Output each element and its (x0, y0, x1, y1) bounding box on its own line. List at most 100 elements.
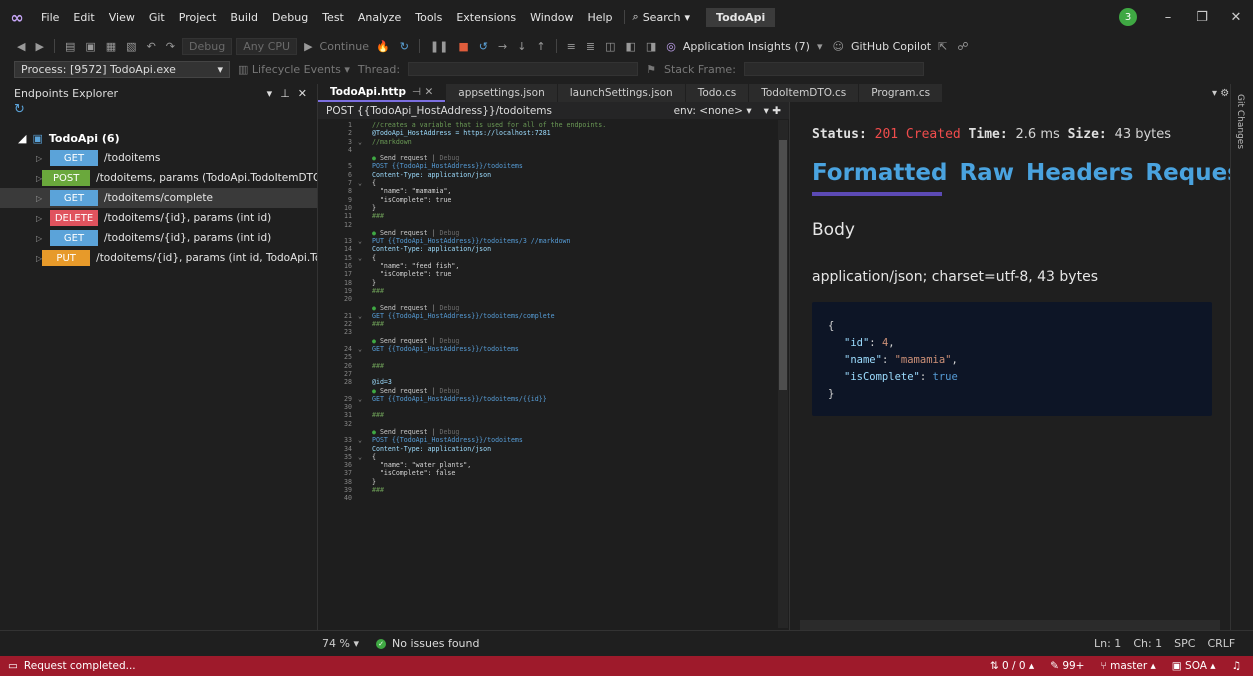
code-line[interactable]: 38} (318, 478, 778, 486)
fold-icon[interactable]: ⌄ (358, 138, 372, 146)
fold-icon[interactable] (358, 337, 372, 345)
fold-icon[interactable] (358, 461, 372, 469)
configuration-select[interactable]: Debug (182, 37, 233, 55)
bookmark-icon[interactable]: ◫ (602, 40, 618, 53)
fold-icon[interactable] (358, 378, 372, 386)
menu-item-window[interactable]: Window (523, 11, 580, 24)
expand-icon[interactable]: ◢ (18, 132, 26, 145)
fold-icon[interactable] (358, 420, 372, 428)
github-copilot-button[interactable]: GitHub Copilot (851, 40, 931, 53)
fold-icon[interactable] (358, 279, 372, 287)
send-request-link[interactable]: Send request (380, 337, 428, 345)
pause-icon[interactable]: ❚❚ (427, 40, 451, 53)
split-icon[interactable]: ▾ ✚ (764, 105, 781, 117)
menu-item-debug[interactable]: Debug (265, 11, 315, 24)
send-request-link[interactable]: Send request (380, 428, 428, 436)
minimize-icon[interactable]: – (1151, 10, 1185, 25)
fold-icon[interactable] (358, 295, 372, 303)
code-line[interactable]: 7 ⌄{ (318, 179, 778, 187)
debug-link[interactable]: Debug (440, 154, 460, 162)
code-line[interactable]: 35 ⌄{ (318, 453, 778, 461)
platform-select[interactable]: Any CPU (236, 37, 298, 55)
code-line[interactable]: 8 "name": "mamamia", (318, 187, 778, 195)
fold-icon[interactable] (358, 469, 372, 477)
code-line[interactable]: 40 (318, 494, 778, 502)
hot-reload-icon[interactable]: 🔥 (373, 40, 393, 53)
fold-icon[interactable] (358, 478, 372, 486)
code-line[interactable]: 13 ⌄ PUT {{TodoApi_HostAddress}}/todoitems… (318, 237, 778, 245)
code-line[interactable]: 23 (318, 328, 778, 336)
code-line[interactable]: 34 Content-Type: application/json (318, 445, 778, 453)
endpoint-item[interactable]: ▷ DELETE/todoitems/{id}, params (int id) (0, 208, 317, 228)
close-icon[interactable]: ✕ (298, 87, 307, 100)
comment-icon[interactable]: ≡ (564, 40, 579, 53)
menu-item-edit[interactable]: Edit (66, 11, 101, 24)
fold-icon[interactable] (358, 262, 372, 270)
endpoint-item[interactable]: ▷ GET/todoitems (0, 148, 317, 168)
code-line[interactable]: 26 ### (318, 362, 778, 370)
fold-icon[interactable]: ⌄ (358, 453, 372, 461)
fold-icon[interactable]: ⌄ (358, 312, 372, 320)
code-line[interactable]: 2 @TodoApi_HostAddress = https://localhos… (318, 129, 778, 137)
fold-icon[interactable]: ⌄ (358, 237, 372, 245)
stop-icon[interactable]: ■ (455, 40, 471, 53)
sync-indicator[interactable]: ⇅ 0 / 0 ▴ (990, 660, 1034, 672)
close-window-icon[interactable]: ✕ (1219, 10, 1253, 25)
fold-icon[interactable] (358, 353, 372, 361)
bookmark-next-icon[interactable]: ◨ (643, 40, 659, 53)
pin-icon[interactable]: ⊥ (280, 87, 290, 100)
scroll-thumb[interactable] (779, 140, 787, 390)
menu-item-build[interactable]: Build (223, 11, 265, 24)
code-line[interactable]: 9 "isComplete": true (318, 196, 778, 204)
code-line[interactable]: 22 ### (318, 320, 778, 328)
fold-icon[interactable] (358, 204, 372, 212)
code-line[interactable]: 39 ### (318, 486, 778, 494)
step-over-icon[interactable]: → (495, 40, 510, 53)
back-icon[interactable]: ◀ (14, 40, 28, 53)
expand-icon[interactable]: ▷ (36, 234, 50, 243)
code-line[interactable]: 12 (318, 221, 778, 229)
debug-link[interactable]: Debug (440, 229, 460, 237)
fold-icon[interactable] (358, 212, 372, 220)
fold-icon[interactable] (358, 387, 372, 395)
repo-select[interactable]: ▣ SOA ▴ (1172, 660, 1216, 672)
code-line[interactable]: ● Send request | Debug (318, 387, 778, 395)
save-all-icon[interactable]: ▧ (123, 40, 139, 53)
fold-icon[interactable]: ⌄ (358, 345, 372, 353)
code-line[interactable]: 1 //creates a variable that is used for a… (318, 121, 778, 129)
feedback-icon[interactable]: ☍ (954, 40, 971, 53)
fold-icon[interactable] (358, 304, 372, 312)
menu-item-help[interactable]: Help (580, 11, 619, 24)
code-line[interactable]: 10} (318, 204, 778, 212)
forward-icon[interactable]: ▶ (32, 40, 46, 53)
menu-item-file[interactable]: File (34, 11, 66, 24)
request-navigator[interactable]: POST {{TodoApi_HostAddress}}/todoitems e… (318, 102, 789, 119)
code-line[interactable]: 31 ### (318, 411, 778, 419)
fold-icon[interactable] (358, 428, 372, 436)
fold-icon[interactable] (358, 245, 372, 253)
code-line[interactable]: 5 POST {{TodoApi_HostAddress}}/todoitems (318, 162, 778, 170)
whitespace-mode[interactable]: SPC (1174, 637, 1195, 650)
code-line[interactable]: 11 ### (318, 212, 778, 220)
code-line[interactable]: 16 "name": "feed fish", (318, 262, 778, 270)
code-line[interactable]: 24 ⌄ GET {{TodoApi_HostAddress}}/todoitems (318, 345, 778, 353)
code-line[interactable]: ● Send request | Debug (318, 304, 778, 312)
close-tab-icon[interactable]: ⊣ ✕ (412, 86, 433, 98)
visual-studio-logo-icon[interactable]: ∞ (0, 0, 34, 34)
line-endings[interactable]: CRLF (1207, 637, 1235, 650)
chevron-down-icon[interactable]: ▾ (267, 87, 273, 100)
tab-todoitemdto-cs[interactable]: TodoItemDTO.cs (749, 84, 859, 102)
branch-select[interactable]: ⑂ master ▴ (1100, 660, 1155, 672)
fold-icon[interactable] (358, 146, 372, 154)
code-line[interactable]: 28 @id=3 (318, 378, 778, 386)
fold-icon[interactable] (358, 187, 372, 195)
menu-item-project[interactable]: Project (172, 11, 224, 24)
code-line[interactable]: 33 ⌄ POST {{TodoApi_HostAddress}}/todoitem… (318, 436, 778, 444)
debug-link[interactable]: Debug (440, 387, 460, 395)
code-line[interactable]: 29 ⌄ GET {{TodoApi_HostAddress}}/todoitems… (318, 395, 778, 403)
flag-icon[interactable]: ⚑ (646, 63, 656, 76)
response-scrollbar[interactable] (800, 620, 1220, 630)
fold-icon[interactable]: ⌄ (358, 179, 372, 187)
fold-icon[interactable] (358, 162, 372, 170)
send-request-link[interactable]: Send request (380, 387, 428, 395)
